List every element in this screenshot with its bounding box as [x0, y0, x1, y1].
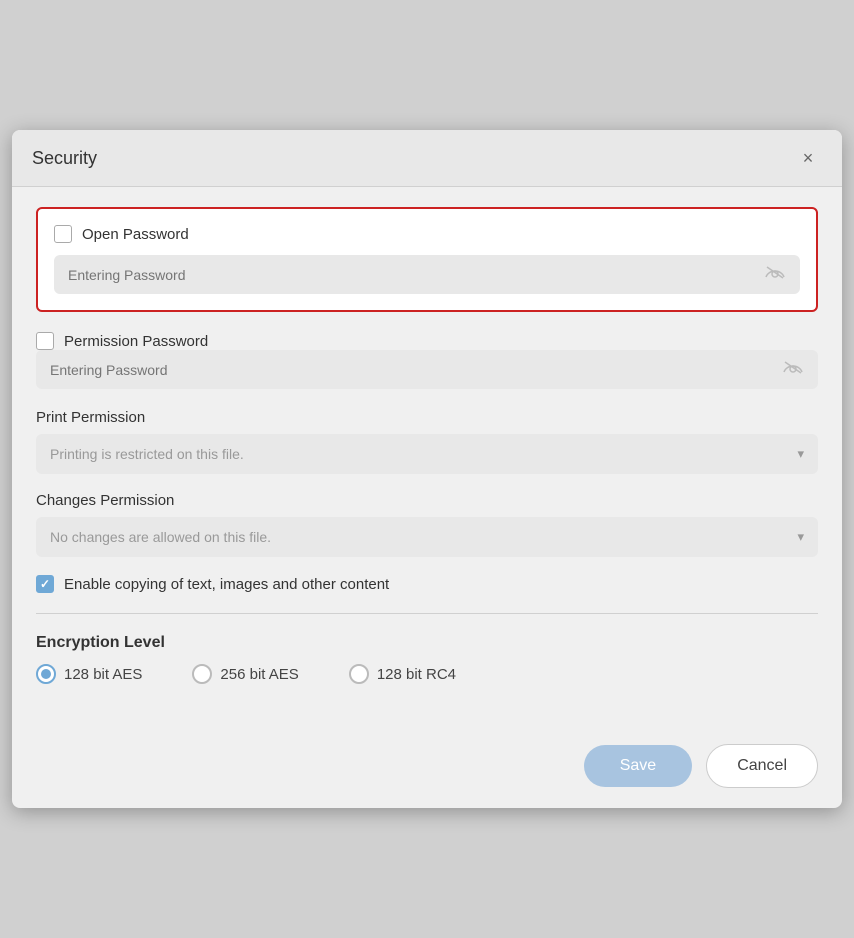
- changes-permission-label: Changes Permission: [36, 492, 818, 509]
- permission-password-checkbox[interactable]: [36, 332, 54, 350]
- encryption-title: Encryption Level: [36, 634, 818, 652]
- changes-permission-value: No changes are allowed on this file.: [50, 529, 797, 545]
- permission-password-eye-icon[interactable]: [782, 360, 804, 379]
- encryption-section: Encryption Level 128 bit AES 256 bit AES…: [36, 634, 818, 684]
- dialog-title: Security: [32, 148, 97, 169]
- permission-password-label: Permission Password: [64, 333, 208, 350]
- open-password-checkbox[interactable]: [54, 225, 72, 243]
- open-password-label: Open Password: [82, 226, 189, 243]
- changes-permission-dropdown[interactable]: No changes are allowed on this file. ▾: [36, 517, 818, 557]
- open-password-eye-icon[interactable]: [764, 265, 786, 284]
- permission-password-section: Permission Password: [36, 332, 818, 389]
- open-password-input[interactable]: [68, 267, 764, 283]
- print-permission-arrow: ▾: [797, 446, 804, 462]
- radio-256-aes-label: 256 bit AES: [220, 666, 298, 683]
- print-permission-label: Print Permission: [36, 409, 818, 426]
- close-icon: ×: [803, 148, 814, 169]
- copy-checkbox-label: Enable copying of text, images and other…: [64, 576, 389, 593]
- radio-256-aes-circle: [192, 664, 212, 684]
- radio-128-rc4[interactable]: 128 bit RC4: [349, 664, 456, 684]
- dialog-body: Open Password Permission Password: [12, 187, 842, 728]
- open-password-section: Open Password: [36, 207, 818, 312]
- radio-128-aes[interactable]: 128 bit AES: [36, 664, 142, 684]
- close-button[interactable]: ×: [794, 144, 822, 172]
- cancel-button[interactable]: Cancel: [706, 744, 818, 788]
- permission-password-field: [36, 350, 818, 389]
- dialog-footer: Save Cancel: [12, 728, 842, 808]
- print-permission-section: Print Permission Printing is restricted …: [36, 409, 818, 474]
- copy-checkbox-row: Enable copying of text, images and other…: [36, 575, 818, 593]
- radio-128-rc4-circle: [349, 664, 369, 684]
- print-permission-dropdown[interactable]: Printing is restricted on this file. ▾: [36, 434, 818, 474]
- changes-permission-section: Changes Permission No changes are allowe…: [36, 492, 818, 557]
- open-password-checkbox-row: Open Password: [54, 225, 800, 243]
- dialog-header: Security ×: [12, 130, 842, 187]
- encryption-radio-group: 128 bit AES 256 bit AES 128 bit RC4: [36, 664, 818, 684]
- permission-password-input[interactable]: [50, 362, 782, 378]
- radio-128-rc4-label: 128 bit RC4: [377, 666, 456, 683]
- permission-password-checkbox-row: Permission Password: [36, 332, 818, 350]
- radio-128-aes-circle: [36, 664, 56, 684]
- save-button[interactable]: Save: [584, 745, 692, 787]
- divider: [36, 613, 818, 614]
- print-permission-value: Printing is restricted on this file.: [50, 446, 797, 462]
- security-dialog: Security × Open Password: [12, 130, 842, 808]
- changes-permission-arrow: ▾: [797, 529, 804, 545]
- copy-checkbox[interactable]: [36, 575, 54, 593]
- open-password-field: [54, 255, 800, 294]
- radio-256-aes[interactable]: 256 bit AES: [192, 664, 298, 684]
- radio-128-aes-label: 128 bit AES: [64, 666, 142, 683]
